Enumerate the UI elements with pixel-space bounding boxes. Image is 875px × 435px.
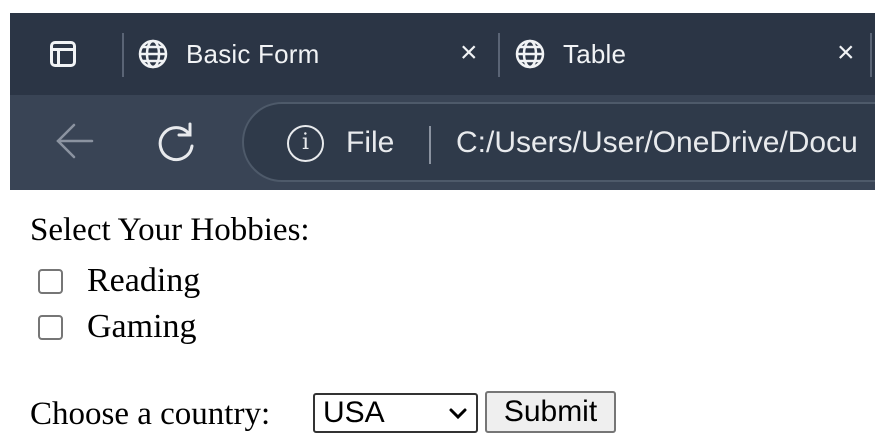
checkbox-label: Gaming: [87, 308, 197, 345]
submit-button[interactable]: Submit: [485, 391, 616, 433]
tab-basic-form[interactable]: Basic Form ×: [138, 13, 498, 95]
address-separator: [429, 126, 431, 164]
reload-icon[interactable]: [153, 120, 199, 166]
tab-table[interactable]: Table ×: [515, 13, 875, 95]
close-icon[interactable]: ×: [837, 38, 855, 68]
globe-icon: [138, 39, 168, 69]
hobbies-heading: Select Your Hobbies:: [30, 212, 310, 248]
gaming-checkbox[interactable]: [38, 314, 63, 340]
checkbox-label: Reading: [87, 262, 201, 299]
tab-bar: Basic Form × Table ×: [10, 13, 875, 95]
country-select[interactable]: USA: [313, 393, 478, 433]
close-icon[interactable]: ×: [460, 38, 478, 68]
info-icon[interactable]: i: [287, 125, 324, 162]
url-text[interactable]: C:/Users/User/OneDrive/Docu: [456, 126, 858, 160]
tab-separator: [498, 33, 500, 77]
hobby-option-reading[interactable]: Reading: [38, 262, 200, 300]
browser-toolbar: i File C:/Users/User/OneDrive/Docu: [10, 95, 875, 190]
tab-title: Basic Form: [186, 38, 320, 69]
browser-window: Basic Form × Table × i File C:/Users/Use…: [10, 13, 875, 190]
tab-separator: [122, 33, 124, 77]
tab-separator: [870, 33, 872, 77]
globe-icon: [515, 39, 545, 69]
tab-actions-icon[interactable]: [50, 41, 76, 67]
page-content: Select Your Hobbies: Reading Gaming Choo…: [0, 190, 875, 435]
chevron-down-icon: [449, 408, 467, 420]
address-bar[interactable]: i File C:/Users/User/OneDrive/Docu: [242, 102, 875, 182]
country-label: Choose a country:: [30, 396, 271, 432]
back-arrow-icon[interactable]: [54, 119, 96, 163]
scheme-label: File: [346, 126, 395, 159]
hobby-option-gaming[interactable]: Gaming: [38, 308, 197, 346]
selected-country: USA: [323, 396, 385, 429]
tab-title: Table: [563, 38, 627, 69]
reading-checkbox[interactable]: [38, 268, 63, 294]
